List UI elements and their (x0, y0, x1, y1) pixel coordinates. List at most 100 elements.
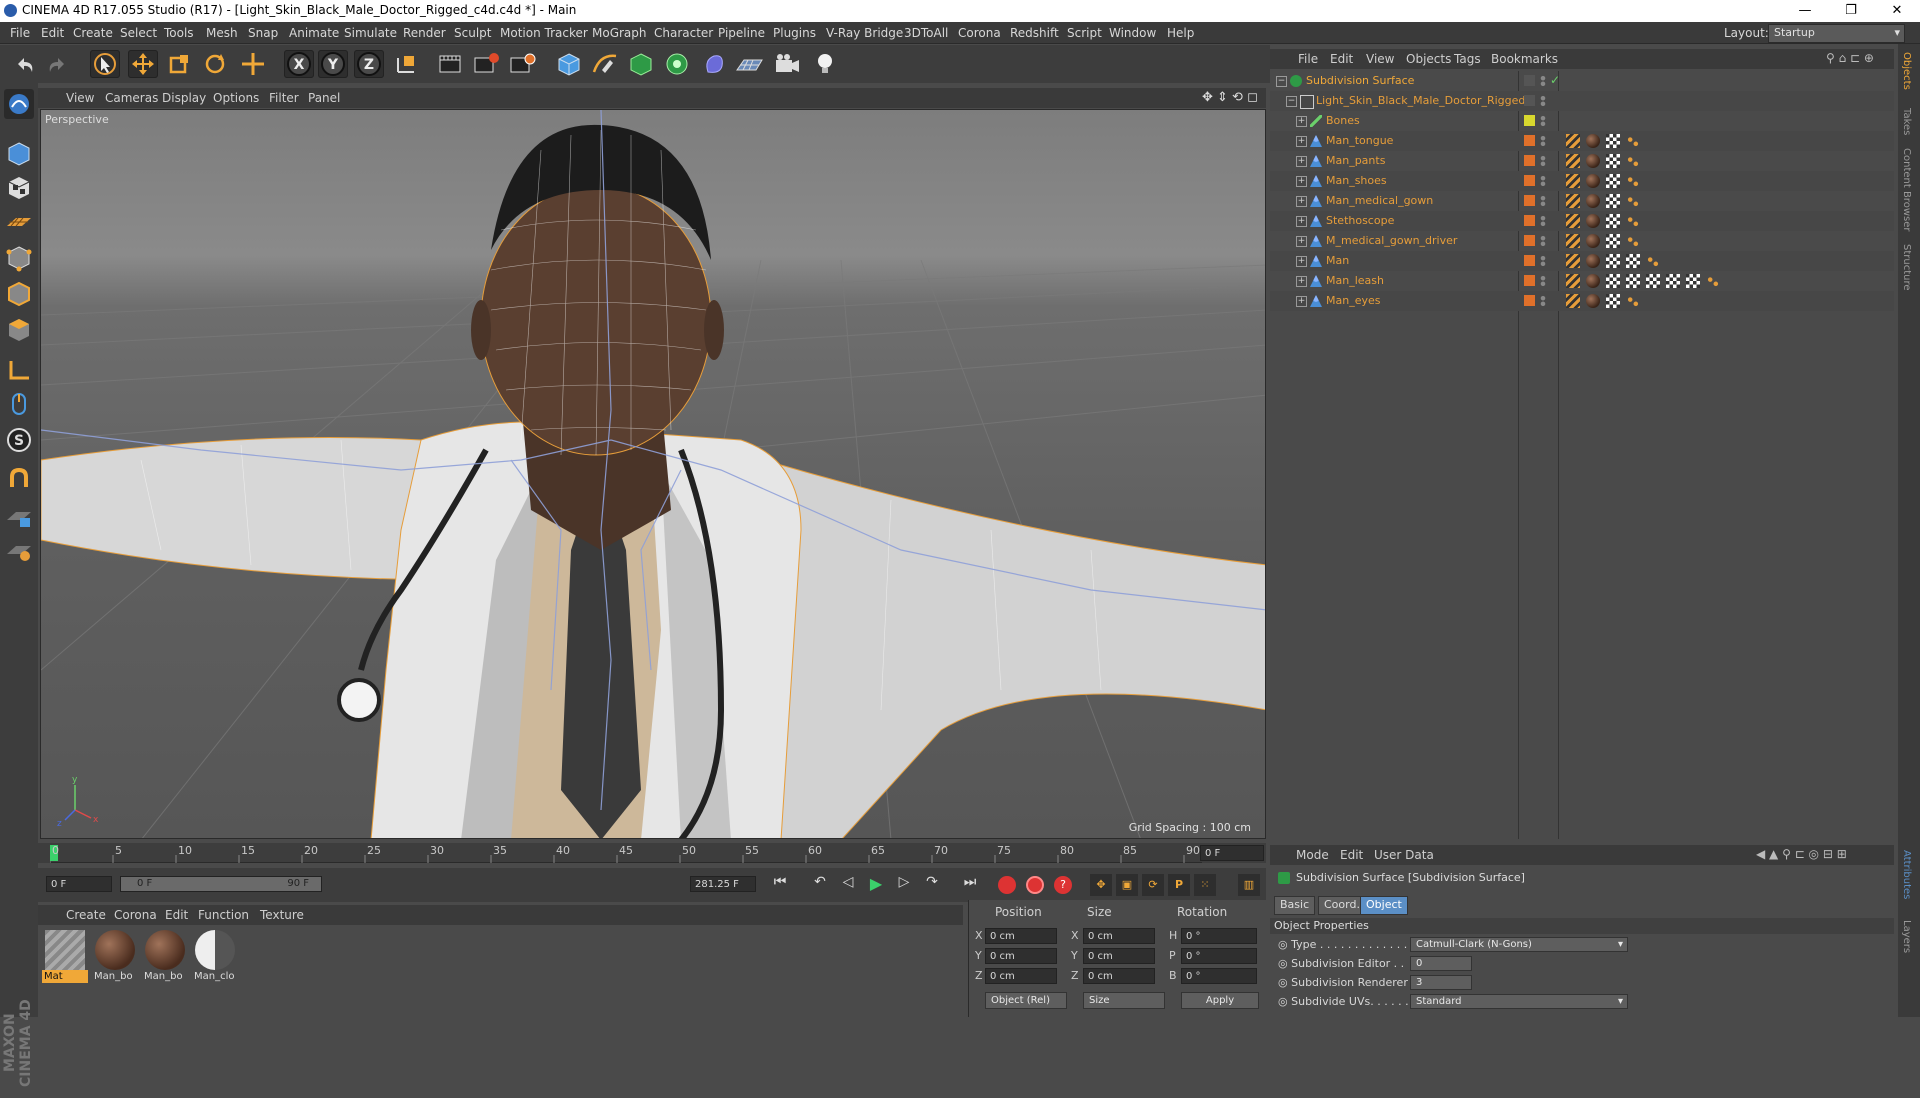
viewport-menu-options[interactable]: Options (213, 91, 259, 105)
visibility-dots-icon[interactable] (1540, 214, 1546, 228)
uvw-tag-icon[interactable] (1606, 234, 1620, 248)
expand-toggle-icon[interactable]: + (1296, 176, 1307, 187)
workplane-mode-button[interactable] (4, 207, 34, 237)
rotation-p-field[interactable]: 0 ° (1181, 948, 1257, 964)
next-frame-icon[interactable]: ▷ (892, 874, 916, 896)
menu-select[interactable]: Select (120, 26, 157, 40)
visibility-dots-icon[interactable] (1540, 74, 1546, 88)
viewport-menu-display[interactable]: Display (162, 91, 206, 105)
enabled-check-icon[interactable]: ✓ (1550, 73, 1560, 87)
layer-color-swatch[interactable] (1524, 255, 1535, 266)
close-button[interactable]: ✕ (1874, 0, 1920, 22)
uvw-tag-icon[interactable] (1606, 174, 1620, 188)
viewport-menu-cameras[interactable]: Cameras (105, 91, 158, 105)
previous-frame-icon[interactable]: ◁ (836, 874, 860, 896)
menu-tools[interactable]: Tools (164, 26, 194, 40)
cloner-button[interactable] (662, 50, 692, 78)
viewport-navigation-icons[interactable]: ✥ ⇕ ⟲ ◻ (1202, 90, 1258, 105)
material-menu-create[interactable]: Create (66, 908, 106, 922)
coordinate-mode-dropdown[interactable]: Object (Rel) (985, 992, 1067, 1009)
material-tag-icon[interactable] (1586, 274, 1600, 288)
visibility-dots-icon[interactable] (1540, 134, 1546, 148)
tab-layers[interactable]: Layers (1901, 920, 1912, 953)
attribute-menu-mode[interactable]: Mode (1296, 848, 1329, 862)
position-y-field[interactable]: 0 cm (985, 948, 1057, 964)
weight-tag-icon[interactable] (1566, 134, 1580, 148)
next-key-icon[interactable]: ↷ (920, 874, 944, 896)
menu-mograph[interactable]: MoGraph (592, 26, 647, 40)
menu-help[interactable]: Help (1167, 26, 1194, 40)
menu-redshift[interactable]: Redshift (1010, 26, 1059, 40)
menu-character[interactable]: Character (654, 26, 713, 40)
uvw-tag-icon[interactable] (1606, 134, 1620, 148)
tab-coord[interactable]: Coord. (1318, 896, 1366, 915)
viewport-menu-view[interactable]: View (66, 91, 94, 105)
y-axis-lock-button[interactable]: Y (318, 50, 348, 78)
light-button[interactable] (810, 50, 840, 78)
selection-tag-icon[interactable] (1626, 154, 1640, 168)
weight-tag-icon[interactable] (1566, 154, 1580, 168)
layer-color-swatch[interactable] (1524, 115, 1535, 126)
tab-basic[interactable]: Basic (1274, 896, 1316, 915)
object-row[interactable]: + Man_eyes (1270, 291, 1894, 311)
layer-color-swatch[interactable] (1524, 295, 1535, 306)
menu-sculpt[interactable]: Sculpt (454, 26, 491, 40)
minimize-button[interactable]: — (1782, 0, 1828, 22)
size-z-field[interactable]: 0 cm (1083, 968, 1155, 984)
weight-tag-icon[interactable] (1566, 234, 1580, 248)
expand-toggle-icon[interactable]: − (1276, 76, 1287, 87)
object-menu-file[interactable]: File (1298, 52, 1318, 66)
visibility-dots-icon[interactable] (1540, 254, 1546, 268)
tab-attributes[interactable]: Attributes (1901, 850, 1912, 899)
edges-mode-button[interactable] (4, 279, 34, 309)
weight-tag-icon[interactable] (1566, 274, 1580, 288)
preview-range-slider[interactable]: 0 F 90 F (120, 876, 322, 892)
object-row[interactable]: + Man_medical_gown (1270, 191, 1894, 211)
visibility-dots-icon[interactable] (1540, 114, 1546, 128)
menu-animate[interactable]: Animate (289, 26, 339, 40)
uvw-tag-icon[interactable] (1606, 254, 1620, 268)
visibility-dots-icon[interactable] (1540, 234, 1546, 248)
layer-color-swatch[interactable] (1524, 95, 1535, 106)
render-settings-button[interactable] (508, 50, 538, 78)
cube-object-button[interactable] (554, 50, 584, 78)
render-view-button[interactable] (436, 50, 466, 78)
uvw-tag-icon[interactable] (1626, 274, 1640, 288)
menu-corona[interactable]: Corona (958, 26, 1001, 40)
selection-tag-icon[interactable] (1646, 254, 1660, 268)
object-row[interactable]: + M_medical_gown_driver (1270, 231, 1894, 251)
attribute-menu-edit[interactable]: Edit (1340, 848, 1363, 862)
material-menu-texture[interactable]: Texture (260, 908, 304, 922)
object-menu-view[interactable]: View (1366, 52, 1394, 66)
menu-pipeline[interactable]: Pipeline (718, 26, 765, 40)
object-menu-bookmarks[interactable]: Bookmarks (1491, 52, 1558, 66)
visibility-dots-icon[interactable] (1540, 294, 1546, 308)
selection-tag-icon[interactable] (1626, 234, 1640, 248)
key-position-icon[interactable]: ✥ (1090, 874, 1112, 896)
tab-structure[interactable]: Structure (1901, 244, 1912, 291)
magnet-tool-button[interactable] (4, 465, 34, 495)
uvw-tag-icon[interactable] (1686, 274, 1700, 288)
menu-vray-bridge[interactable]: V-Ray Bridge (826, 26, 903, 40)
type-dropdown[interactable]: Catmull-Clark (N-Gons) ▾ (1410, 937, 1628, 952)
uvw-tag-icon[interactable] (1606, 194, 1620, 208)
x-axis-lock-button[interactable]: X (284, 50, 314, 78)
material-tag-icon[interactable] (1586, 294, 1600, 308)
selection-tag-icon[interactable] (1706, 274, 1720, 288)
axis-mode-button[interactable] (4, 355, 34, 385)
layer-color-swatch[interactable] (1524, 195, 1535, 206)
uvw-tag-icon[interactable] (1666, 274, 1680, 288)
object-row[interactable]: + Bones (1270, 111, 1894, 131)
tab-objects[interactable]: Objects (1901, 52, 1912, 90)
rotation-h-field[interactable]: 0 ° (1181, 928, 1257, 944)
spline-pen-button[interactable] (590, 50, 620, 78)
selection-tag-icon[interactable] (1626, 294, 1640, 308)
layer-color-swatch[interactable] (1524, 235, 1535, 246)
camera-button[interactable] (772, 50, 802, 78)
tab-takes[interactable]: Takes (1901, 108, 1912, 135)
expand-toggle-icon[interactable]: + (1296, 136, 1307, 147)
menu-motion-tracker[interactable]: Motion Tracker (500, 26, 588, 40)
selection-tag-icon[interactable] (1626, 174, 1640, 188)
object-menu-edit[interactable]: Edit (1330, 52, 1353, 66)
menu-plugins[interactable]: Plugins (773, 26, 816, 40)
